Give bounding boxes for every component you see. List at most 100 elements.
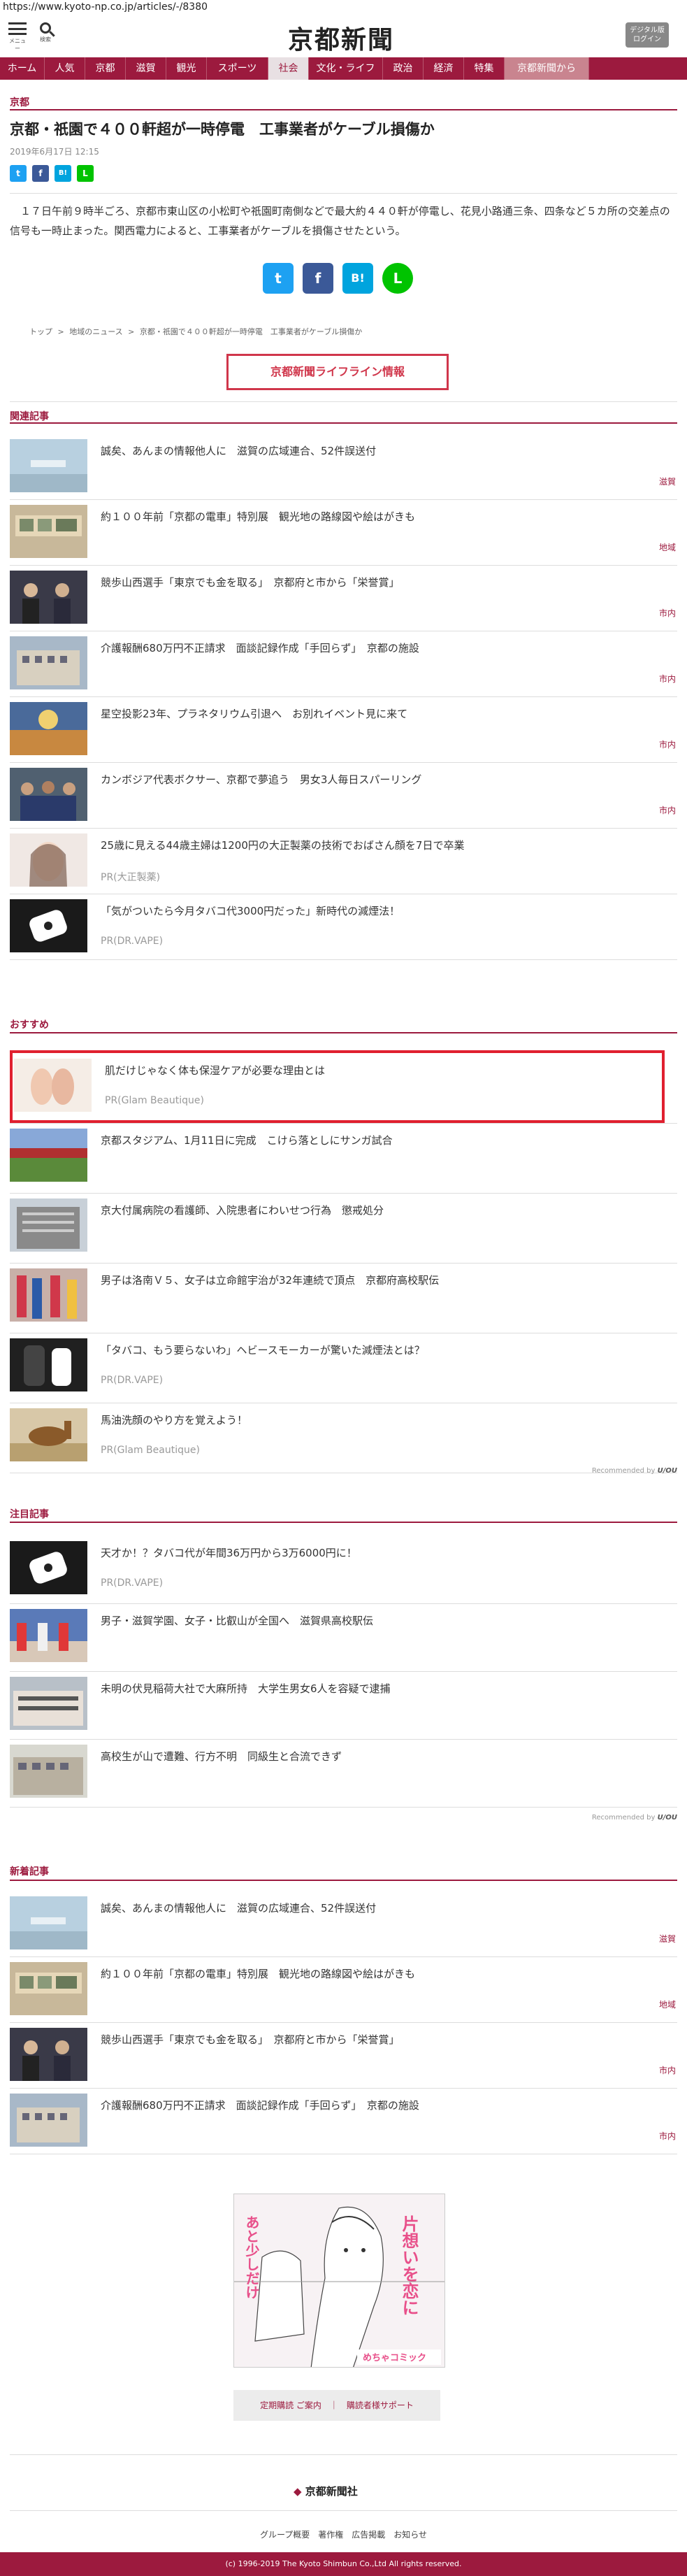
article-thumbnail[interactable] [10,1198,87,1252]
article-link-title[interactable]: 高校生が山で遭難、行方不明 同級生と合流できず [101,1749,674,1763]
article-list-item[interactable]: 約１００年前「京都の電車」特別展 観光地の路線図や絵はがきも地域 [10,1962,677,2021]
article-thumbnail[interactable] [10,1896,87,1949]
article-list-item[interactable]: 京大付属病院の看護師、入院患者にわいせつ行為 懲戒処分 [10,1198,677,1261]
hatena-share-button[interactable]: B! [342,263,373,294]
article-link-title[interactable]: 25歳に見える44歳主婦は1200円の大正製薬の技術でおばさん顔を7日で卒業 [101,838,674,852]
nav-item[interactable]: 観光 [166,57,207,80]
site-logo[interactable]: 京都新聞 [285,20,397,55]
address-bar[interactable]: https://www.kyoto-np.co.jp/articles/-/83… [0,0,687,15]
menu-button[interactable]: メニュー [7,21,28,52]
nav-item[interactable]: スポーツ [207,57,268,80]
footer-links[interactable]: グループ概要 著作権 広告掲載 お知らせ [0,2528,687,2540]
article-list-item[interactable]: カンボジア代表ボクサー、京都で夢追う 男女3人毎日スパーリング市内 [10,768,677,827]
article-area-tag[interactable]: 地域 [659,541,676,553]
nav-item[interactable]: 文化・ライフ [309,57,383,80]
article-thumbnail[interactable] [10,2094,87,2147]
nav-item[interactable]: 経済 [424,57,464,80]
article-thumbnail[interactable] [10,1268,87,1322]
article-area-tag[interactable]: 市内 [659,2130,676,2142]
article-list-item[interactable]: 介護報酬680万円不正請求 面談記録作成「手回らず」 京都の施設市内 [10,636,677,695]
article-thumbnail[interactable] [10,571,87,624]
breadcrumb-top[interactable]: トップ [29,327,52,336]
nav-item[interactable]: 政治 [383,57,424,80]
article-area-tag[interactable]: 市内 [659,804,676,816]
hatena-share-small-button[interactable]: B! [55,165,71,182]
article-thumbnail[interactable] [10,1609,87,1662]
nav-item[interactable]: 特集 [464,57,505,80]
article-thumbnail[interactable] [10,2028,87,2081]
article-thumbnail[interactable] [10,899,87,952]
article-link-title[interactable]: 誠矣、あんまの情報他人に 滋賀の広域連合、52件誤送付 [101,1901,674,1915]
footer-logo[interactable]: ◆ 京都新聞社 [294,2484,358,2498]
article-link-title[interactable]: 介護報酬680万円不正請求 面談記録作成「手回らず」 京都の施設 [101,2098,674,2112]
facebook-share-button[interactable]: f [303,263,333,294]
article-list-item[interactable]: 「タバコ、もう要らないわ」ヘビースモーカーが驚いた減煙法とは？ PR(DR.VAP… [10,1338,677,1401]
article-area-tag[interactable]: 滋賀 [659,1933,676,1945]
article-link-title[interactable]: 京都スタジアム、1月11日に完成 こけら落としにサンガ試合 [101,1133,674,1147]
article-area-tag[interactable]: 市内 [659,607,676,619]
article-thumbnail[interactable] [10,1541,87,1594]
line-share-small-button[interactable]: L [77,165,94,182]
article-area-tag[interactable]: 市内 [659,738,676,750]
article-link-title[interactable]: 約１００年前「京都の電車」特別展 観光地の路線図や絵はがきも [101,1966,674,1981]
article-link-title[interactable]: 介護報酬680万円不正請求 面談記録作成「手回らず」 京都の施設 [101,641,674,655]
lifeline-info-button[interactable]: 京都新聞ライフライン情報 [226,354,449,390]
article-list-item[interactable]: 肌だけじゃなく体も保湿ケアが必要な理由とは PR(Glam Beautique) [10,1059,677,1122]
article-list-item[interactable]: 天才か！？タバコ代が年間36万円から3万6000円に！ PR(DR.VAPE) [10,1541,677,1602]
article-list-item[interactable]: 約１００年前「京都の電車」特別展 観光地の路線図や絵はがきも地域 [10,505,677,564]
article-link-title[interactable]: 男子は洛南Ｖ５、女子は立命館宇治が32年連続で頂点 京都府高校駅伝 [101,1273,674,1287]
article-thumbnail[interactable] [10,768,87,821]
article-link-title[interactable]: 馬油洗顔のやり方を覚えよう！ [101,1412,674,1427]
subscription-links[interactable]: 定期購読 ご案内 ｜ 購読者様サポート [233,2390,440,2421]
article-thumbnail[interactable] [10,1745,87,1798]
article-list-item[interactable]: 25歳に見える44歳主婦は1200円の大正製薬の技術でおばさん顔を7日で卒業 PR… [10,833,677,892]
nav-item[interactable]: 京都新聞から [505,57,589,80]
article-thumbnail[interactable] [10,833,87,887]
article-list-item[interactable]: 男子は洛南Ｖ５、女子は立命館宇治が32年連続で頂点 京都府高校駅伝 [10,1268,677,1331]
article-thumbnail[interactable] [10,1129,87,1182]
article-list-item[interactable]: 男子・滋賀学園、女子・比叡山が全国へ 滋賀県高校駅伝 [10,1609,677,1670]
article-list-item[interactable]: 京都スタジアム、1月11日に完成 こけら落としにサンガ試合 [10,1129,677,1192]
line-share-button[interactable]: L [382,263,413,294]
article-link-title[interactable]: 競歩山西選手「東京でも金を取る」 京都府と市から「栄誉賞」 [101,2032,674,2047]
article-thumbnail[interactable] [10,439,87,492]
nav-item[interactable]: 滋賀 [126,57,166,80]
twitter-share-small-button[interactable]: t [10,165,27,182]
article-list-item[interactable]: 競歩山西選手「東京でも金を取る」 京都府と市から「栄誉賞」 市内 [10,571,677,629]
twitter-share-button[interactable]: t [263,263,294,294]
article-section-label[interactable]: 京都 [10,95,29,109]
article-list-item[interactable]: 競歩山西選手「東京でも金を取る」 京都府と市から「栄誉賞」市内 [10,2028,677,2087]
article-link-title[interactable]: 未明の伏見稲荷大社で大麻所持 大学生男女6人を容疑で逮捕 [101,1681,674,1696]
article-link-title[interactable]: 京大付属病院の看護師、入院患者にわいせつ行為 懲戒処分 [101,1203,674,1217]
article-thumbnail[interactable] [10,1962,87,2015]
article-link-title[interactable]: 誠矣、あんまの情報他人に 滋賀の広域連合、52件誤送付 [101,443,674,458]
article-area-tag[interactable]: 滋賀 [659,475,676,487]
manga-ad-banner[interactable]: 片想いを恋に あと少しだけ めちゃコミック [233,2194,445,2368]
article-link-title[interactable]: 肌だけじゃなく体も保湿ケアが必要な理由とは [105,1063,678,1078]
article-thumbnail[interactable] [10,1677,87,1730]
article-thumbnail[interactable] [10,636,87,689]
nav-item[interactable]: 京都 [85,57,126,80]
article-link-title[interactable]: 「気がついたら今月タバコ代3000円だった」新時代の減煙法！ [101,903,674,918]
article-thumbnail[interactable] [10,702,87,755]
article-link-title[interactable]: 約１００年前「京都の電車」特別展 観光地の路線図や絵はがきも [101,509,674,524]
article-area-tag[interactable]: 地域 [659,1998,676,2010]
article-link-title[interactable]: 男子・滋賀学園、女子・比叡山が全国へ 滋賀県高校駅伝 [101,1613,674,1628]
recommended-by-credit[interactable]: Recommended by U/OU [592,1814,677,1822]
digital-login-button[interactable]: デジタル版 ログイン [625,22,669,48]
article-thumbnail[interactable] [10,1338,87,1391]
article-list-item[interactable]: 高校生が山で遭難、行方不明 同級生と合流できず [10,1745,677,1805]
article-thumbnail[interactable] [10,505,87,558]
article-list-item[interactable]: 星空投影23年、プラネタリウム引退へ お別れイベント見に来て市内 [10,702,677,761]
breadcrumb-local[interactable]: 地域のニュース [69,327,122,336]
article-list-item[interactable]: 誠矣、あんまの情報他人に 滋賀の広域連合、52件誤送付滋賀 [10,439,677,498]
search-button[interactable]: 検索 [35,21,56,49]
article-link-title[interactable]: 星空投影23年、プラネタリウム引退へ お別れイベント見に来て [101,706,674,721]
recommended-by-credit[interactable]: Recommended by U/OU [592,1467,677,1475]
article-area-tag[interactable]: 市内 [659,673,676,685]
article-area-tag[interactable]: 市内 [659,2064,676,2076]
article-thumbnail[interactable] [10,1408,87,1461]
article-list-item[interactable]: 「気がついたら今月タバコ代3000円だった」新時代の減煙法！ PR(DR.VAPE… [10,899,677,958]
article-list-item[interactable]: 馬油洗顔のやり方を覚えよう！ PR(Glam Beautique) [10,1408,677,1471]
article-link-title[interactable]: カンボジア代表ボクサー、京都で夢追う 男女3人毎日スパーリング [101,772,674,787]
